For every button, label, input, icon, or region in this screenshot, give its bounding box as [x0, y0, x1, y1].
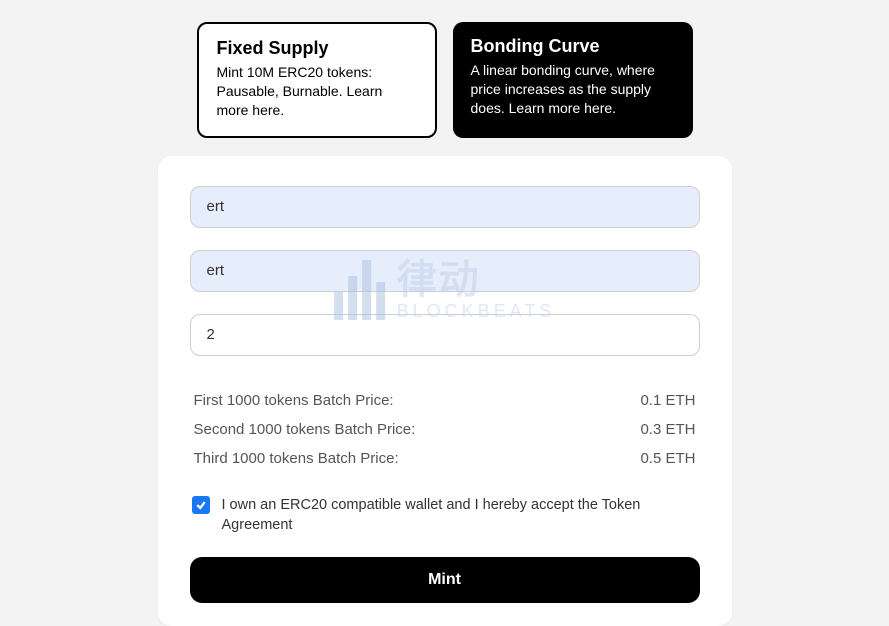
agreement-text: I own an ERC20 compatible wallet and I h…	[222, 495, 698, 536]
price-value: 0.5 ETH	[640, 450, 695, 467]
price-row-third: Third 1000 tokens Batch Price: 0.5 ETH	[190, 450, 700, 467]
price-row-first: First 1000 tokens Batch Price: 0.1 ETH	[190, 392, 700, 409]
agreement-checkbox[interactable]	[192, 496, 210, 514]
price-value: 0.1 ETH	[640, 392, 695, 409]
price-row-second: Second 1000 tokens Batch Price: 0.3 ETH	[190, 421, 700, 438]
mint-form-panel: First 1000 tokens Batch Price: 0.1 ETH S…	[158, 156, 732, 626]
supply-options-row: Fixed Supply Mint 10M ERC20 tokens: Paus…	[0, 0, 889, 138]
bonding-curve-card[interactable]: Bonding Curve A linear bonding curve, wh…	[453, 22, 693, 138]
bonding-curve-desc: A linear bonding curve, where price incr…	[471, 61, 675, 118]
batch-prices-section: First 1000 tokens Batch Price: 0.1 ETH S…	[190, 392, 700, 467]
agreement-row: I own an ERC20 compatible wallet and I h…	[190, 495, 700, 536]
fixed-supply-title: Fixed Supply	[217, 38, 417, 59]
bonding-curve-title: Bonding Curve	[471, 36, 675, 57]
token-amount-input[interactable]	[190, 314, 700, 356]
fixed-supply-desc: Mint 10M ERC20 tokens: Pausable, Burnabl…	[217, 63, 417, 120]
price-label: First 1000 tokens Batch Price:	[194, 392, 394, 409]
fixed-supply-card[interactable]: Fixed Supply Mint 10M ERC20 tokens: Paus…	[197, 22, 437, 138]
token-symbol-input[interactable]	[190, 250, 700, 292]
token-name-input[interactable]	[190, 186, 700, 228]
mint-button[interactable]: Mint	[190, 557, 700, 603]
price-value: 0.3 ETH	[640, 421, 695, 438]
check-icon	[195, 499, 207, 511]
price-label: Second 1000 tokens Batch Price:	[194, 421, 416, 438]
price-label: Third 1000 tokens Batch Price:	[194, 450, 399, 467]
